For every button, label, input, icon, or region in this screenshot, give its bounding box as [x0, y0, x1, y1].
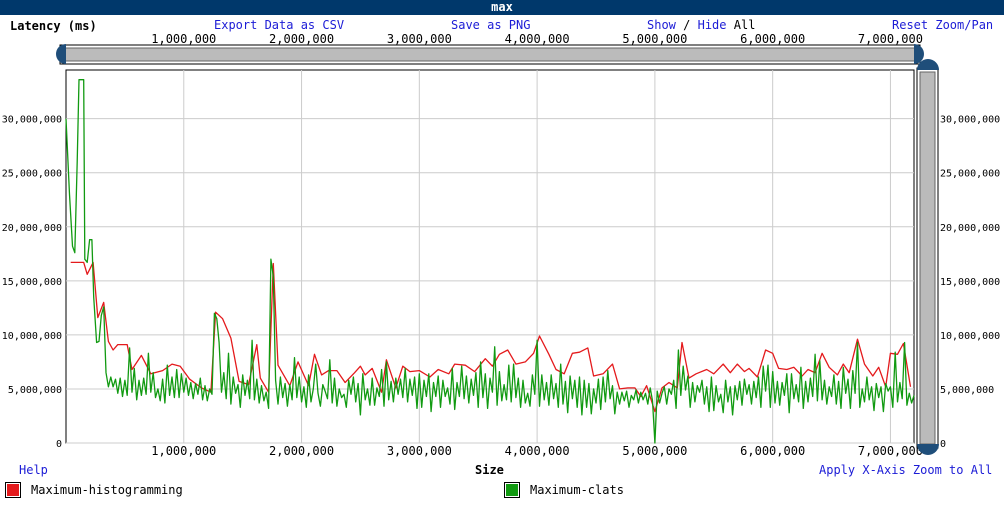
legend-label-histogramming: Maximum-histogramming [31, 483, 183, 497]
y-tick-label: 5,000,000 [8, 385, 62, 396]
y-tick-label: 0 [56, 439, 62, 450]
x-zoom-range[interactable] [63, 47, 917, 62]
x-tick-label: 3,000,000 [387, 444, 452, 458]
legend-label-clats: Maximum-clats [530, 483, 624, 497]
x-tick-label: 4,000,000 [505, 444, 570, 458]
x-tick-label-top: 2,000,000 [269, 32, 334, 46]
x-tick-label: 7,000,000 [858, 444, 923, 458]
x-tick-label-top: 6,000,000 [740, 32, 805, 46]
x-tick-label-top: 5,000,000 [622, 32, 687, 46]
y-tick-label-right: 0 [940, 439, 946, 450]
x-tick-label-top: 1,000,000 [151, 32, 216, 46]
apply-zoom-link[interactable]: Apply X-Axis Zoom to All [819, 463, 992, 477]
x-tick-label-top: 4,000,000 [505, 32, 570, 46]
legend-swatch-histogramming[interactable] [5, 482, 21, 498]
x-tick-label-top: 7,000,000 [858, 32, 923, 46]
latency-chart[interactable]: 1,000,000 1,000,000 2,000,000 2,000,000 3,00… [0, 0, 1004, 514]
legend-swatch-clats[interactable] [504, 482, 520, 498]
grid [65, 69, 915, 444]
y-tick-label-right: 15,000,000 [940, 277, 1000, 288]
x-tick-label: 6,000,000 [740, 444, 805, 458]
help-link[interactable]: Help [19, 463, 48, 477]
y-tick-label: 25,000,000 [2, 169, 62, 180]
x-tick-label: 2,000,000 [269, 444, 334, 458]
y-zoom-range[interactable] [919, 71, 936, 445]
legend-item-histogramming[interactable]: Maximum-histogramming [5, 481, 183, 499]
legend-item-clats[interactable]: Maximum-clats [504, 481, 624, 499]
y-tick-label-right: 20,000,000 [940, 223, 1000, 234]
x-zoom-left-handle[interactable] [56, 44, 66, 64]
y-tick-label-right: 25,000,000 [940, 169, 1000, 180]
y-tick-label: 20,000,000 [2, 223, 62, 234]
y-tick-label-right: 30,000,000 [940, 115, 1000, 126]
x-tick-label: 5,000,000 [622, 444, 687, 458]
y-tick-label: 10,000,000 [2, 331, 62, 342]
y-tick-label: 15,000,000 [2, 277, 62, 288]
x-tick-label-top: 3,000,000 [387, 32, 452, 46]
y-tick-label: 30,000,000 [2, 115, 62, 126]
y-tick-label-right: 5,000,000 [940, 385, 994, 396]
x-tick-label: 1,000,000 [151, 444, 216, 458]
y-tick-label-right: 10,000,000 [940, 331, 1000, 342]
x-axis-label: Size [475, 463, 504, 477]
plot-area [65, 69, 915, 444]
